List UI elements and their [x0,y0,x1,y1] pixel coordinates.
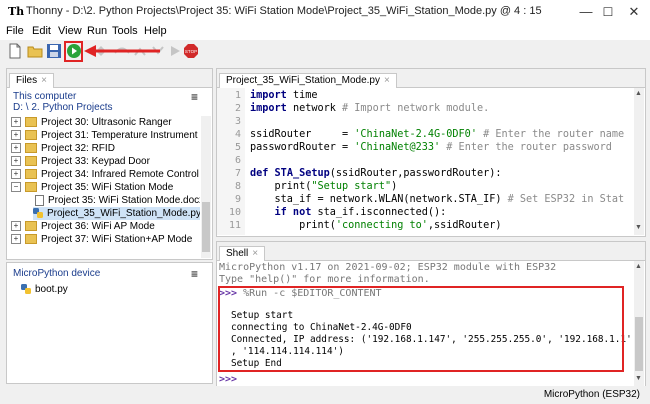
shell-scrollbar[interactable]: ▲ ▼ [634,261,644,386]
folder-icon [25,130,37,141]
tree-item-project-36[interactable]: + Project 36: WiFi AP Mode [11,220,155,233]
scroll-down-icon[interactable]: ▼ [635,224,642,231]
files-location-path[interactable]: D: \ 2. Python Projects [13,102,113,113]
editor-panel: Project_35_WiFi_Station_Mode.py × 1 2 3 4… [216,68,646,237]
folder-icon [25,234,37,245]
shell-tab-label: Shell [226,248,249,259]
shell-tab-header: Shell × [217,242,645,261]
folder-open-icon [25,182,37,193]
code-line: import time [250,90,318,101]
files-panel: Files × This computer D: \ 2. Python Proj… [6,68,213,260]
shell-scrollbar-thumb[interactable] [635,317,643,371]
menu-help[interactable]: Help [144,25,167,37]
code-line: passwordRouter = 'ChinaNet@233' # Enter … [250,142,612,153]
callout-arrow [84,45,160,57]
tree-item-project-30[interactable]: + Project 30: Ultrasonic Ranger [11,116,172,129]
code-line: print('connecting to',ssidRouter) [250,220,502,231]
code-line: sta_if = network.WLAN(network.STA_IF) # … [250,194,625,205]
tab-editor-file[interactable]: Project_35_WiFi_Station_Mode.py × [219,73,397,88]
python-file-icon [21,284,31,295]
files-menu-icon[interactable]: ≡ [191,90,198,104]
tree-item-project-35-docx[interactable]: Project 35: WiFi Station Mode.docx [35,194,200,207]
tree-item-project-32[interactable]: + Project 32: RFID [11,142,115,155]
interpreter-status[interactable]: MicroPython (ESP32) [544,389,640,400]
device-item-boot-py[interactable]: boot.py [21,283,68,296]
folder-icon [25,117,37,128]
scroll-up-icon[interactable]: ▲ [635,263,642,270]
tree-item-project-35-py[interactable]: Project_35_WiFi_Station_Mode.py [33,207,200,220]
tab-close-icon[interactable]: × [252,248,258,259]
tree-item-project-35[interactable]: − Project 35: WiFi Station Mode [11,181,173,194]
code-area[interactable]: import time import network # Import netw… [217,88,631,235]
micropython-device-panel: MicroPython device ≡ boot.py [6,262,213,384]
folder-icon [25,169,37,180]
menu-edit[interactable]: Edit [32,25,51,37]
stop-icon[interactable]: STOP [183,43,201,61]
tab-files-label: Files [16,75,38,86]
stop-label: STOP [185,49,197,54]
collapse-icon[interactable]: − [11,182,21,193]
expand-icon[interactable]: + [11,221,21,232]
open-file-icon[interactable] [27,43,45,61]
editor-tab-header: Project_35_WiFi_Station_Mode.py × [217,69,645,88]
tree-item-project-31[interactable]: + Project 31: Temperature Instrument [11,129,198,142]
run-button-highlight [64,41,83,62]
code-line: if not sta_if.isconnected(): [250,207,447,218]
scroll-down-icon[interactable]: ▼ [635,375,642,382]
menu-file[interactable]: File [6,25,24,37]
expand-icon[interactable]: + [11,143,21,154]
title-bar: Th Thonny - D:\2. Python Projects\Projec… [0,0,650,24]
device-menu-icon[interactable]: ≡ [191,267,198,281]
thonny-logo-icon: Th [8,5,25,18]
device-panel-title: MicroPython device [13,268,101,279]
editor-tab-label: Project_35_WiFi_Station_Mode.py [226,75,380,86]
expand-icon[interactable]: + [11,234,21,245]
folder-icon [25,221,37,232]
menu-run[interactable]: Run [87,25,107,37]
window-title: Thonny - D:\2. Python Projects\Project 3… [26,5,542,17]
shell-prompt: >>> [219,374,238,385]
expand-icon[interactable]: + [11,117,21,128]
tab-shell[interactable]: Shell × [219,246,266,261]
menu-view[interactable]: View [58,25,82,37]
files-tab-header: Files × [7,69,212,88]
scroll-up-icon[interactable]: ▲ [635,90,642,97]
shell-output-highlight [218,286,624,372]
tree-item-project-34[interactable]: +Project 34: Infrared Remote Control Sou [11,168,200,181]
expand-icon[interactable]: + [11,169,21,180]
tree-item-project-37[interactable]: + Project 37: WiFi Station+AP Mode [11,233,192,246]
file-tree: + Project 30: Ultrasonic Ranger + Project … [7,116,200,258]
tab-close-icon[interactable]: × [41,75,47,86]
shell-banner: MicroPython v1.17 on 2021-09-02; ESP32 m… [219,262,557,273]
expand-icon[interactable]: + [11,156,21,167]
code-line: print("Setup start") [250,181,398,192]
editor-scrollbar[interactable]: ▲ ▼ [634,88,644,235]
document-icon [35,194,44,206]
save-icon[interactable] [46,43,64,61]
tab-files[interactable]: Files × [9,73,54,88]
close-button[interactable]: ✕ [614,2,650,22]
folder-icon [25,143,37,154]
new-file-icon[interactable] [8,43,26,61]
code-line: def STA_Setup(ssidRouter,passwordRouter)… [250,168,502,179]
python-file-icon [33,208,43,219]
files-scrollbar-thumb[interactable] [202,202,210,252]
expand-icon[interactable]: + [11,130,21,141]
menu-bar: File Edit View Run Tools Help [0,24,650,40]
folder-icon [25,156,37,167]
status-bar: MicroPython (ESP32) [0,386,650,404]
shell-help-hint: Type "help()" for more information. [219,274,430,285]
tab-close-icon[interactable]: × [384,75,390,86]
files-location-title: This computer [13,91,77,102]
code-line: import network # Import network module. [250,103,490,114]
tree-item-project-33[interactable]: + Project 33: Keypad Door [11,155,150,168]
code-line: ssidRouter = 'ChinaNet-2.4G-0DF0' # Ente… [250,129,625,140]
menu-tools[interactable]: Tools [112,25,138,37]
files-scrollbar[interactable] [201,116,211,258]
